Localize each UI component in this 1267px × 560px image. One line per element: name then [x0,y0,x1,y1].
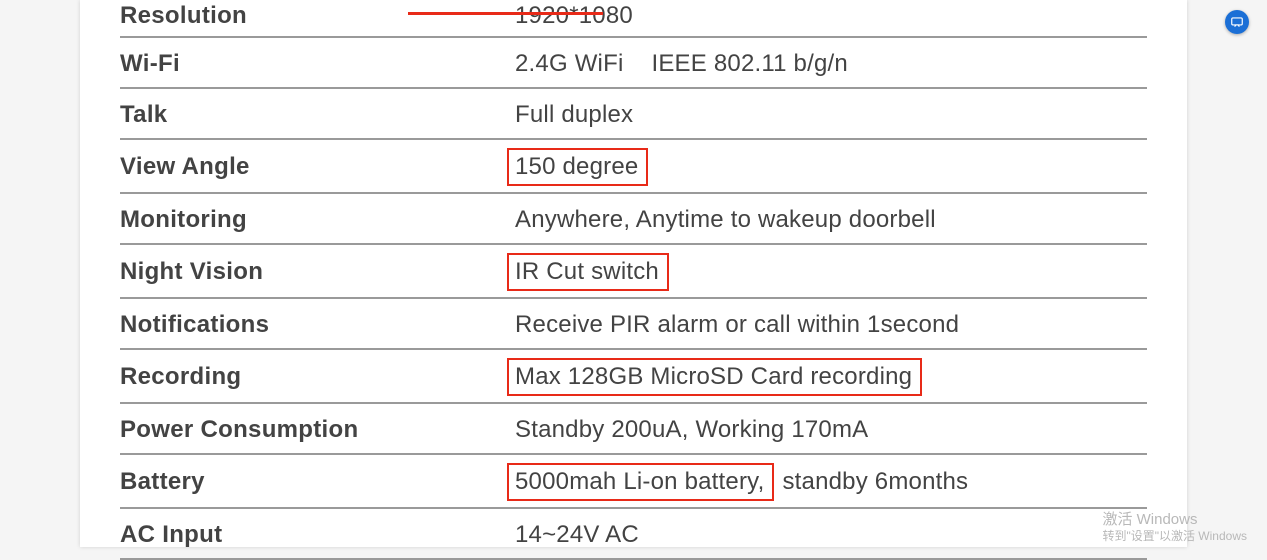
spec-label: AC Input [120,521,515,549]
table-row: AC Input 14~24V AC [120,509,1147,560]
spec-label: View Angle [120,153,515,181]
assistant-float-icon[interactable] [1225,10,1249,34]
spec-value-highlight: Max 128GB MicroSD Card recording [507,358,922,396]
spec-table: Resolution 1920*1080 Wi-Fi 2.4G WiFi IEE… [120,0,1147,560]
chat-icon [1230,15,1244,29]
spec-value: Full duplex [515,101,1147,129]
spec-value-text: Full duplex [515,101,633,129]
spec-value: 14~24V AC [515,521,1147,549]
table-row: Night Vision IR Cut switch [120,245,1147,299]
spec-value-text: Receive PIR alarm or call within 1second [515,311,959,339]
table-row: Notifications Receive PIR alarm or call … [120,299,1147,350]
spec-value-extra: IEEE 802.11 b/g/n [651,50,847,78]
spec-label: Monitoring [120,206,515,234]
spec-value: 150 degree [515,148,1147,186]
spec-value-text: Standby 200uA, Working 170mA [515,416,868,444]
spec-label: Wi-Fi [120,50,515,78]
spec-label: Resolution [120,2,515,30]
table-row: Resolution 1920*1080 [120,0,1147,38]
table-row: Power Consumption Standby 200uA, Working… [120,404,1147,455]
spec-label: Recording [120,363,515,391]
spec-value-highlight: 150 degree [507,148,648,186]
spec-value: IR Cut switch [515,253,1147,291]
table-row: Recording Max 128GB MicroSD Card recordi… [120,350,1147,404]
spec-value-text: 2.4G WiFi [515,50,623,78]
spec-value: 1920*1080 [515,2,1147,30]
spec-label: Notifications [120,311,515,339]
spec-value-suffix: standby 6months [774,468,968,496]
spec-value-highlight: 5000mah Li-on battery, [507,463,774,501]
spec-value-text: 1920*1080 [515,2,633,30]
document-page: Resolution 1920*1080 Wi-Fi 2.4G WiFi IEE… [80,0,1187,547]
table-row: View Angle 150 degree [120,140,1147,194]
table-row: Wi-Fi 2.4G WiFi IEEE 802.11 b/g/n [120,38,1147,89]
spec-value-text: 14~24V AC [515,521,639,549]
spec-value: Max 128GB MicroSD Card recording [515,358,1147,396]
spec-value-highlight: IR Cut switch [507,253,669,291]
table-row: Monitoring Anywhere, Anytime to wakeup d… [120,194,1147,245]
table-row: Battery 5000mah Li-on battery, standby 6… [120,455,1147,509]
spec-value-text: Anywhere, Anytime to wakeup doorbell [515,206,936,234]
table-row: Talk Full duplex [120,89,1147,140]
red-underline [408,12,603,15]
spec-value: Standby 200uA, Working 170mA [515,416,1147,444]
spec-label: Battery [120,468,515,496]
spec-label: Night Vision [120,258,515,286]
spec-value: Receive PIR alarm or call within 1second [515,311,1147,339]
spec-value: 2.4G WiFi IEEE 802.11 b/g/n [515,50,1147,78]
spec-value: Anywhere, Anytime to wakeup doorbell [515,206,1147,234]
spec-label: Talk [120,101,515,129]
spec-label: Power Consumption [120,416,515,444]
spec-value: 5000mah Li-on battery, standby 6months [515,463,1147,501]
